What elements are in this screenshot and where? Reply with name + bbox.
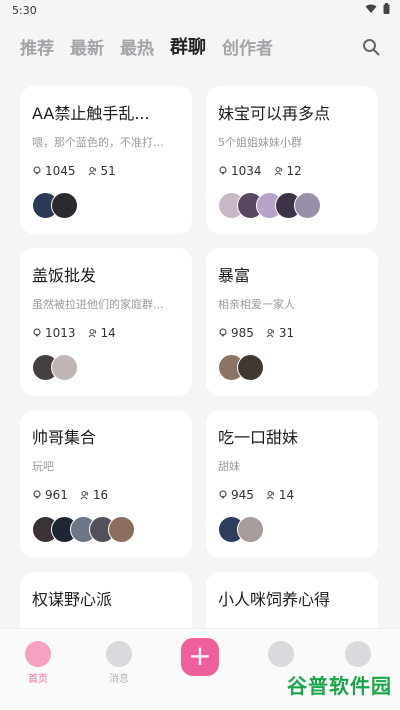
members-icon	[266, 328, 275, 338]
group-description: 相亲相爱一家人	[218, 298, 295, 311]
members-stat: 12	[274, 164, 302, 178]
group-name: 帅哥集合	[32, 428, 97, 447]
location-icon	[219, 328, 227, 337]
group-card[interactable]: 暴富相亲相爱一家人 985 31	[206, 248, 378, 396]
views-stat: 1034	[218, 164, 262, 178]
views-stat: 1013	[32, 326, 76, 340]
group-name: 小人咪饲养心得	[218, 590, 331, 609]
members-count: 31	[278, 326, 295, 340]
tab-latest[interactable]: 最新	[70, 34, 104, 59]
views-stat: 945	[218, 488, 254, 502]
status-time: 5:30	[12, 4, 37, 17]
members-stat: 31	[266, 326, 294, 340]
views-count: 985	[231, 326, 254, 340]
group-description: 甜妹	[218, 460, 240, 473]
members-count: 12	[286, 164, 302, 178]
members-icon	[88, 328, 96, 338]
group-name: 吃一口甜妹	[218, 428, 299, 447]
group-card[interactable]: 盖饭批发虽然被拉进他们的家庭群... 1013 14	[20, 248, 192, 396]
watermark: 谷普软件园	[287, 676, 392, 698]
members-count: 14	[100, 326, 116, 340]
member-avatars	[218, 192, 366, 219]
nav-messages-label: 消息	[109, 674, 129, 685]
avatar	[237, 516, 264, 543]
group-stats: 961 16	[32, 488, 180, 502]
location-icon	[219, 490, 227, 499]
status-bar: 5:30	[0, 0, 400, 20]
member-avatars	[32, 354, 180, 381]
members-count: 14	[278, 488, 295, 502]
group-stats: 1034 12	[218, 164, 366, 178]
views-count: 1013	[45, 326, 76, 340]
group-card[interactable]: AA禁止触手乱... 喂，那个蓝色的，不准打... 1045 51	[20, 86, 192, 234]
group-name: AA禁止触手乱...	[32, 104, 150, 123]
group-description: 虽然被拉进他们的家庭群...	[32, 298, 164, 311]
tab-hottest[interactable]: 最热	[120, 34, 154, 59]
location-icon	[219, 166, 227, 175]
avatar	[294, 192, 321, 219]
group-card[interactable]: 吃一口甜妹甜妹 945 14	[206, 410, 378, 558]
members-count: 16	[92, 488, 109, 502]
nav-cat[interactable]	[261, 641, 301, 667]
location-icon	[33, 166, 41, 175]
views-count: 1034	[231, 164, 262, 178]
group-name: 盖饭批发	[32, 266, 97, 285]
members-stat: 16	[80, 488, 108, 502]
home-icon	[25, 641, 51, 667]
cat-icon	[268, 641, 294, 667]
group-name: 妹宝可以再多点	[218, 104, 331, 123]
avatar	[51, 354, 78, 381]
top-tabs: 推荐 最新 最热 群聊 创作者	[0, 28, 400, 64]
group-stats: 945 14	[218, 488, 366, 502]
tab-recommend[interactable]: 推荐	[20, 34, 54, 59]
nav-messages[interactable]: 消息	[99, 641, 139, 685]
views-count: 945	[231, 488, 254, 502]
group-stats: 1013 14	[32, 326, 180, 340]
search-icon[interactable]	[362, 38, 380, 56]
views-stat: 1045	[32, 164, 76, 178]
group-stats: 1045 51	[32, 164, 180, 178]
member-avatars	[32, 192, 180, 219]
group-name: 权谋野心派	[32, 590, 113, 609]
nav-profile[interactable]	[338, 641, 378, 667]
group-stats: 985 31	[218, 326, 366, 340]
wifi-icon	[365, 4, 377, 14]
location-icon	[33, 490, 41, 499]
members-icon	[88, 166, 96, 176]
tab-creators[interactable]: 创作者	[222, 34, 273, 59]
views-stat: 961	[32, 488, 68, 502]
members-stat: 14	[266, 488, 294, 502]
battery-icon	[383, 3, 390, 14]
members-stat: 51	[88, 164, 116, 178]
nav-home-label: 首页	[28, 674, 48, 685]
group-grid: AA禁止触手乱... 喂，那个蓝色的，不准打... 1045 51 妹宝可以再多点…	[20, 86, 380, 710]
avatar	[51, 192, 78, 219]
create-button[interactable]: +	[181, 638, 219, 676]
location-icon	[33, 328, 41, 337]
avatar	[237, 354, 264, 381]
member-avatars	[218, 516, 366, 543]
member-avatars	[218, 354, 366, 381]
avatar	[108, 516, 135, 543]
tab-group-chat[interactable]: 群聊	[170, 33, 206, 59]
group-description: 玩吧	[32, 460, 54, 473]
members-icon	[274, 166, 282, 176]
nav-home[interactable]: 首页	[18, 641, 58, 685]
group-description: 喂，那个蓝色的，不准打...	[32, 136, 164, 149]
member-avatars	[32, 516, 180, 543]
group-description: 5个姐姐妹妹小群	[218, 136, 302, 149]
views-stat: 985	[218, 326, 254, 340]
members-count: 51	[100, 164, 116, 178]
group-card[interactable]: 帅哥集合玩吧 961 16	[20, 410, 192, 558]
members-stat: 14	[88, 326, 116, 340]
message-icon	[106, 641, 132, 667]
profile-icon	[345, 641, 371, 667]
views-count: 961	[45, 488, 68, 502]
members-icon	[80, 490, 89, 500]
group-card[interactable]: 妹宝可以再多点 5个姐姐妹妹小群 1034 12	[206, 86, 378, 234]
group-name: 暴富	[218, 266, 251, 285]
members-icon	[266, 490, 275, 500]
system-icons	[365, 3, 390, 14]
views-count: 1045	[45, 164, 76, 178]
